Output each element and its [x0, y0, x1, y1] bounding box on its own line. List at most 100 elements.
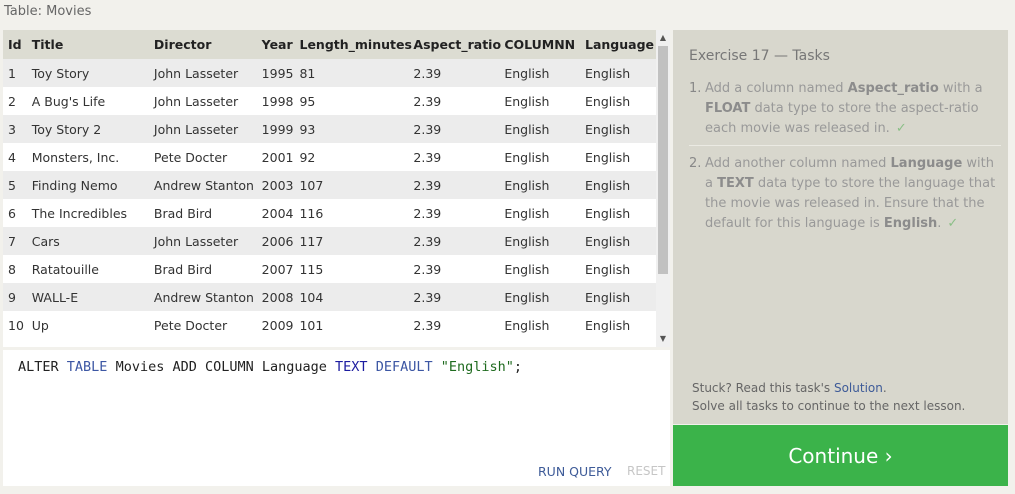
table-row: 8 Ratatouille Brad Bird 2007 115 2.39 English E… [3, 255, 656, 283]
sql-query-text[interactable]: ALTER TABLE Movies ADD COLUMN Language T… [18, 359, 522, 375]
sql-keyword: ALTER [18, 359, 59, 375]
column-header: Title [31, 30, 154, 59]
table-cell: Up [31, 311, 154, 339]
task-text-bold: FLOAT [705, 101, 751, 116]
table-caption: Table: Movies [4, 4, 92, 19]
task-text-bold: Language [890, 156, 963, 171]
table-cell: 6 [3, 199, 32, 227]
table-cell: English [504, 143, 585, 171]
table-cell: English [585, 115, 656, 143]
scroll-down-arrow-icon[interactable]: ▼ [656, 332, 670, 346]
reset-button[interactable]: RESET [627, 464, 665, 478]
tasks-panel: Exercise 17 — Tasks 1. Add a column name… [673, 30, 1008, 424]
table-scrollbar[interactable]: ▲ ▼ [656, 30, 670, 347]
sql-type-keyword: TEXT [335, 359, 368, 375]
table-cell: Pete Docter [153, 311, 262, 339]
column-header: Aspect_ratio [413, 30, 505, 59]
table-cell: English [504, 255, 585, 283]
table-cell: 2.39 [413, 87, 505, 115]
table-cell: 2 [3, 87, 32, 115]
task-number: 1. [689, 81, 702, 96]
table-cell: 2.39 [413, 283, 505, 311]
sql-text: ; [513, 359, 523, 375]
table-cell: 2.39 [413, 311, 505, 339]
table-cell: 117 [299, 227, 414, 255]
table-cell: English [585, 199, 656, 227]
table-cell: The Incredibles [31, 199, 154, 227]
table-cell: 1 [3, 59, 32, 87]
column-header: Director [153, 30, 262, 59]
table-row: 3 Toy Story 2 John Lasseter 1999 93 2.39 Engli… [3, 115, 656, 143]
table-cell: English [504, 59, 585, 87]
table-cell: English [504, 283, 585, 311]
sql-text: Movies ADD COLUMN Language [115, 359, 327, 375]
stuck-hint: Stuck? Read this task's Solution. Solve … [692, 379, 965, 415]
table-cell: Brad Bird [153, 199, 262, 227]
table-cell: English [504, 87, 585, 115]
table-cell: Cars [31, 227, 154, 255]
scrollbar-thumb[interactable] [658, 46, 668, 274]
table-cell: 2001 [261, 143, 300, 171]
table-cell: English [504, 115, 585, 143]
table-row: 7 Cars John Lasseter 2006 117 2.39 English Engl… [3, 227, 656, 255]
task-text-part: Add another column named [705, 156, 891, 171]
task-text: Add another column named Language with a… [705, 156, 995, 231]
table-cell: Brad Bird [153, 255, 262, 283]
table-cell: 2004 [261, 199, 300, 227]
table-cell: Andrew Stanton [153, 283, 262, 311]
table-cell: 7 [3, 227, 32, 255]
table-cell: John Lasseter [153, 87, 262, 115]
check-icon: ✓ [895, 121, 907, 136]
table-cell: English [585, 255, 656, 283]
continue-button[interactable]: Continue › [673, 425, 1008, 486]
table-header-row: Id Title Director Year Length_minutes As… [3, 30, 656, 59]
table-cell: English [585, 311, 656, 339]
solve-all-text: Solve all tasks to continue to the next … [692, 399, 966, 413]
task-list: 1. Add a column named Aspect_ratio with … [689, 79, 1001, 248]
table-cell: English [585, 171, 656, 199]
tasks-heading: Exercise 17 — Tasks [689, 48, 830, 64]
task-text-bold: TEXT [717, 176, 754, 191]
table-row: 9 WALL-E Andrew Stanton 2008 104 2.39 English E… [3, 283, 656, 311]
stuck-text: . [882, 381, 887, 395]
table-cell: 95 [299, 87, 414, 115]
table-cell: English [585, 227, 656, 255]
run-query-button[interactable]: RUN QUERY [538, 464, 612, 479]
table-cell: 4 [3, 143, 32, 171]
scroll-up-arrow-icon[interactable]: ▲ [656, 31, 670, 45]
table-row: 1 Toy Story John Lasseter 1995 81 2.39 English… [3, 59, 656, 87]
task-text: Add a column named Aspect_ratio with a F… [705, 81, 983, 136]
table-cell: 2008 [261, 283, 300, 311]
results-table-panel: Id Title Director Year Length_minutes As… [3, 30, 670, 347]
table-cell: 101 [299, 311, 414, 339]
stuck-text: Stuck? Read this task's [692, 381, 834, 395]
solution-link[interactable]: Solution [834, 381, 883, 395]
table-cell: English [585, 59, 656, 87]
results-table: Id Title Director Year Length_minutes As… [3, 30, 656, 339]
task-text-part: with a [938, 81, 983, 96]
column-header: Language [585, 30, 656, 59]
table-cell: 115 [299, 255, 414, 283]
table-cell: 92 [299, 143, 414, 171]
sql-keyword: TABLE [66, 359, 108, 375]
table-row: 2A Bug's Life John Lasseter 1998 95 2.39 Engl… [3, 87, 656, 115]
table-cell: 107 [299, 171, 414, 199]
table-cell: English [504, 227, 585, 255]
table-cell: A Bug's Life [31, 87, 154, 115]
table-cell: 1995 [261, 59, 300, 87]
table-cell: Ratatouille [31, 255, 154, 283]
column-header: Id [3, 30, 32, 59]
sql-keyword: DEFAULT [375, 359, 433, 375]
table-cell: 2006 [261, 227, 300, 255]
task-text-part: . [937, 216, 942, 231]
table-row: 4 Monsters, Inc. Pete Docter 2001 92 2.39 Engl… [3, 143, 656, 171]
sql-editor[interactable]: ALTER TABLE Movies ADD COLUMN Language T… [3, 350, 670, 486]
table-cell: 3 [3, 115, 32, 143]
column-header: COLUMNN [504, 30, 585, 59]
table-cell: Toy Story [31, 59, 154, 87]
table-cell: WALL-E [31, 283, 154, 311]
table-row: 10 Up Pete Docter 2009 101 2.39 English English [3, 311, 656, 339]
column-header: Length_minutes [299, 30, 414, 59]
table-cell: John Lasseter [153, 59, 262, 87]
table-cell: John Lasseter [153, 227, 262, 255]
